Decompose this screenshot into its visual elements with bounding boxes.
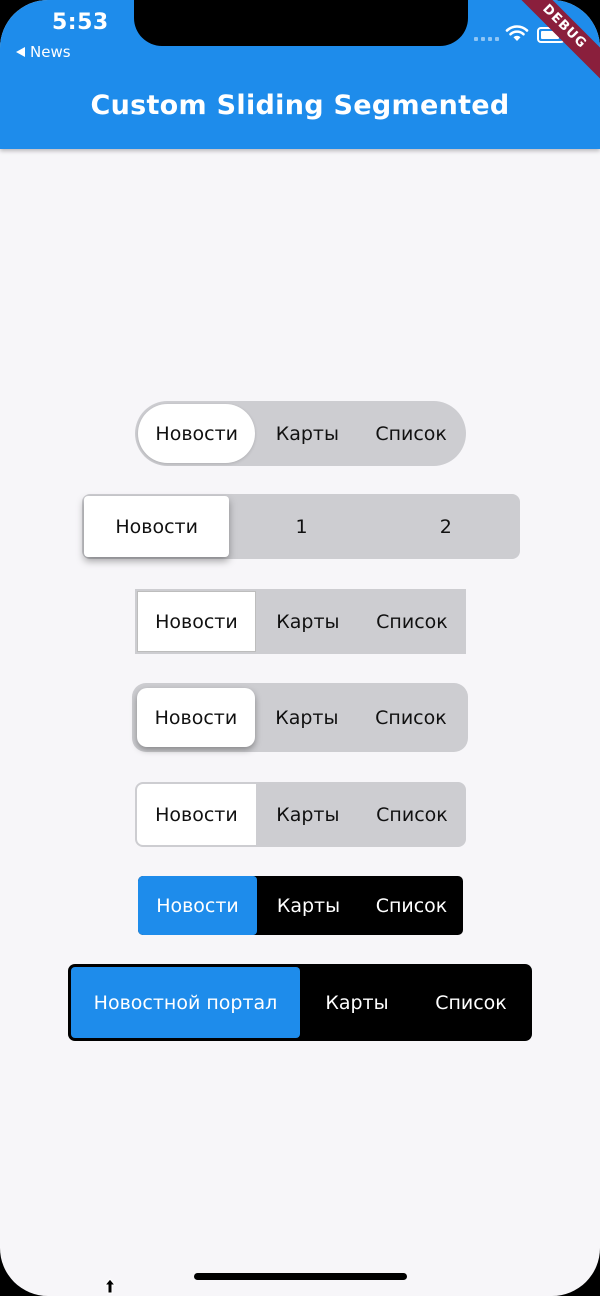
segment-news[interactable]: Новости (137, 688, 255, 747)
segment-list[interactable]: Список (359, 404, 463, 463)
segment-maps[interactable]: Карты (256, 591, 360, 652)
back-to-news-link[interactable]: News (16, 43, 71, 61)
segmented-control-rounded: Новости Карты Список (135, 782, 466, 847)
segment-maps[interactable]: Карты (300, 967, 414, 1038)
segmented-control-dark: Новости Карты Список (138, 876, 463, 935)
segment-maps[interactable]: Карты (256, 784, 360, 845)
segment-news[interactable]: Новости (138, 404, 256, 463)
segment-news[interactable]: Новости (137, 784, 256, 845)
segmented-control-shadow-thumb: Новости Карты Список (132, 683, 468, 752)
status-time: 5:53 (52, 10, 109, 35)
segment-list[interactable]: Список (360, 876, 463, 935)
segment-list[interactable]: Список (360, 591, 464, 652)
segment-list[interactable]: Список (414, 967, 528, 1038)
device-notch (134, 0, 468, 46)
wifi-icon (505, 25, 529, 41)
phone-screen: 5:53 News DEBUG Custom Sliding Segmented… (0, 0, 600, 1296)
segment-maps[interactable]: Карты (257, 876, 360, 935)
debug-banner: DEBUG (499, 0, 600, 92)
segmented-control-pill: Новости Карты Список (135, 401, 466, 466)
segmented-control-square: Новости Карты Список (135, 589, 466, 654)
segment-1[interactable]: 1 (229, 496, 373, 557)
page-title: Custom Sliding Segmented (90, 90, 510, 121)
segment-news-portal[interactable]: Новостной портал (71, 967, 300, 1038)
segment-list[interactable]: Список (360, 784, 464, 845)
segmented-control-dark-large: Новостной портал Карты Список (68, 964, 532, 1041)
segment-2[interactable]: 2 (374, 496, 518, 557)
mouse-cursor-icon (103, 1278, 117, 1294)
back-arrow-icon (16, 47, 25, 57)
segment-news[interactable]: Новости (137, 591, 256, 652)
app-bar: 5:53 News DEBUG Custom Sliding Segmented (0, 0, 600, 149)
cellular-signal-icon (474, 37, 499, 41)
segment-list[interactable]: Список (359, 688, 463, 747)
back-label: News (30, 43, 71, 61)
segment-maps[interactable]: Карты (255, 688, 359, 747)
home-indicator[interactable] (194, 1273, 407, 1280)
segment-news[interactable]: Новости (84, 496, 230, 557)
segment-maps[interactable]: Карты (255, 404, 359, 463)
segment-news[interactable]: Новости (138, 876, 257, 935)
segmented-control-numbers: Новости 1 2 (82, 494, 520, 559)
